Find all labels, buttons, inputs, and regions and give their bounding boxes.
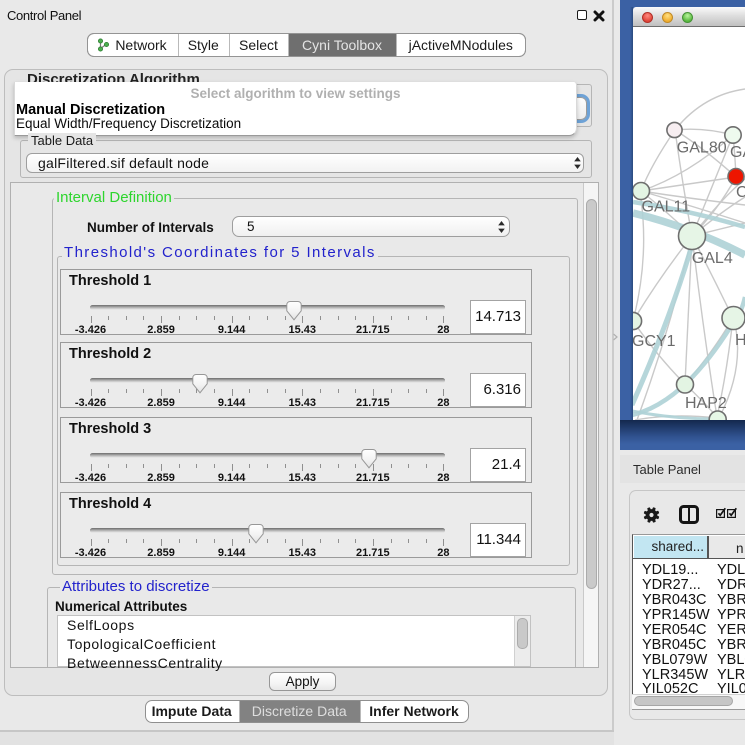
- svg-text:GAL4: GAL4: [692, 250, 733, 267]
- svg-text:GAL80: GAL80: [677, 140, 727, 157]
- svg-text:H: H: [735, 332, 745, 349]
- svg-text:C: C: [736, 184, 745, 201]
- svg-text:HAP2: HAP2: [685, 395, 727, 412]
- svg-text:GAL11: GAL11: [642, 199, 691, 216]
- svg-text:GA: GA: [730, 144, 745, 161]
- svg-text:GCY1: GCY1: [633, 333, 676, 350]
